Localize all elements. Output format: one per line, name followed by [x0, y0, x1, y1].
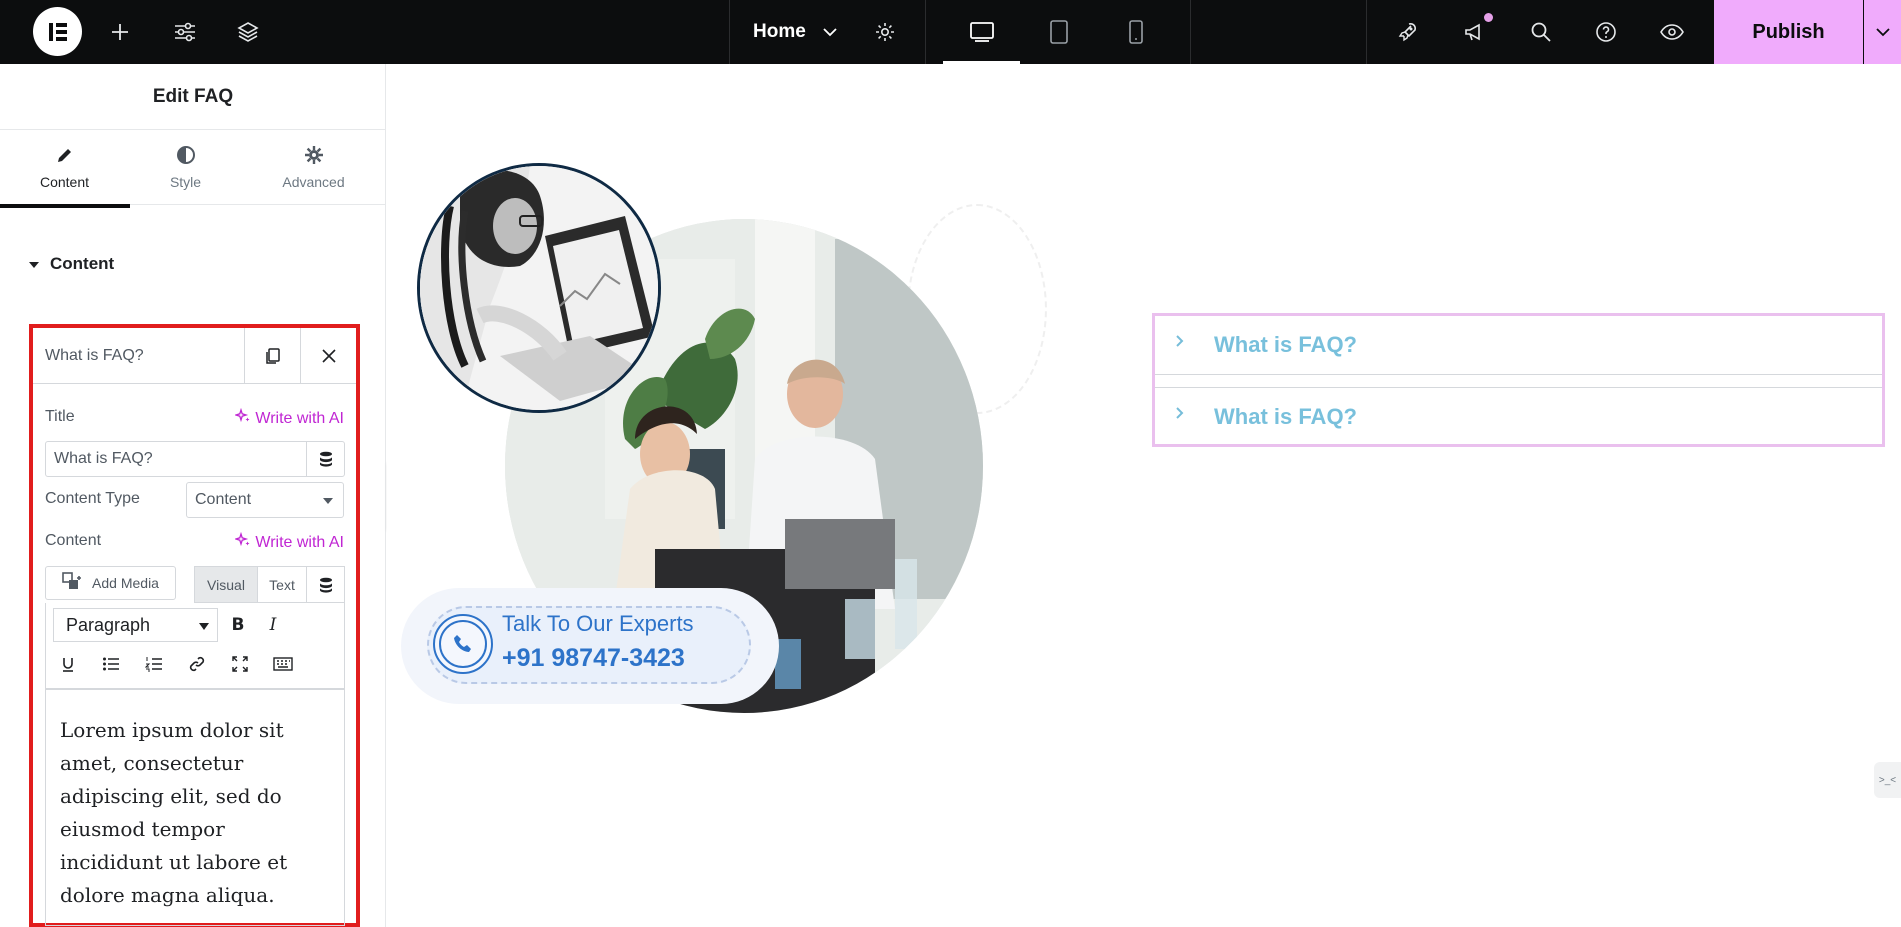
ai-sparkle-icon: [234, 531, 251, 553]
section-toggle-content[interactable]: Content: [28, 254, 114, 274]
contact-label: Talk To Our Experts: [502, 611, 694, 636]
media-icon: [62, 571, 84, 595]
chevron-right-icon: [1175, 406, 1185, 425]
search-icon[interactable]: [1521, 0, 1561, 64]
toolbar-toggle-keyboard-icon[interactable]: [268, 649, 298, 679]
preview-canvas: Talk To Our Experts +91 98747-3423 What …: [387, 64, 1901, 927]
divider: [925, 0, 926, 64]
title-input[interactable]: What is FAQ?: [45, 441, 345, 477]
desktop-view-icon[interactable]: [943, 0, 1020, 64]
faq-question: What is FAQ?: [1214, 404, 1357, 429]
write-with-ai-label: Write with AI: [255, 533, 344, 551]
mobile-view-icon[interactable]: [1097, 0, 1174, 64]
divider: [1366, 0, 1367, 64]
announcements-megaphone-icon[interactable]: [1455, 0, 1495, 64]
page-selector[interactable]: Home: [753, 0, 838, 64]
tab-advanced[interactable]: Advanced: [249, 130, 378, 205]
faq-item[interactable]: What is FAQ?: [1155, 316, 1882, 374]
tab-style[interactable]: Style: [121, 130, 250, 205]
contact-phone-number[interactable]: +91 98747-3423: [502, 644, 685, 673]
gear-icon: [304, 145, 324, 168]
layers-icon[interactable]: [228, 0, 268, 64]
visual-tab[interactable]: Visual: [195, 567, 258, 602]
editor-panel: Edit FAQ Content Style Advanced Content: [0, 64, 386, 927]
page-name: Home: [753, 21, 806, 42]
content-editor[interactable]: Lorem ipsum dolor sit amet, consectetur …: [45, 689, 345, 926]
numbered-list-icon[interactable]: [139, 649, 169, 679]
content-label: Content: [45, 532, 102, 549]
page-settings-gear-icon[interactable]: [865, 0, 905, 64]
write-with-ai-button[interactable]: Write with AI: [234, 531, 344, 553]
italic-icon[interactable]: I: [258, 610, 288, 640]
preview-eye-icon[interactable]: [1652, 0, 1692, 64]
title-input-value: What is FAQ?: [54, 450, 153, 467]
editor-mode-tabs: Visual Text: [194, 566, 345, 603]
repeater-item: What is FAQ? Title Write with AI What is…: [29, 324, 360, 927]
duplicate-icon[interactable]: [244, 328, 300, 384]
pencil-icon: [55, 145, 75, 168]
caret-down-icon: [199, 623, 209, 630]
repeater-item-title: What is FAQ?: [45, 347, 144, 364]
dynamic-tags-database-icon[interactable]: [306, 442, 344, 476]
active-tab-indicator: [0, 204, 130, 208]
caret-down-icon: [28, 254, 40, 274]
help-icon[interactable]: [1586, 0, 1626, 64]
dynamic-tags-database-icon[interactable]: [307, 567, 344, 602]
faq-widget[interactable]: What is FAQ? What is FAQ?: [1152, 313, 1885, 447]
section-label: Content: [50, 254, 115, 273]
format-select[interactable]: Paragraph: [53, 608, 218, 642]
half-circle-icon: [176, 145, 196, 168]
content-type-label: Content Type: [45, 490, 140, 507]
tab-label: Advanced: [282, 174, 345, 190]
site-settings-icon[interactable]: [165, 0, 205, 64]
side-tab[interactable]: >_<: [1874, 762, 1901, 798]
bullet-list-icon[interactable]: [96, 649, 126, 679]
tab-label: Content: [39, 174, 90, 190]
link-icon[interactable]: [182, 649, 212, 679]
chevron-down-icon: [822, 21, 838, 43]
panel-tabs: Content Style Advanced: [0, 130, 386, 205]
text-tab[interactable]: Text: [258, 567, 307, 602]
title-label: Title: [45, 408, 75, 425]
publish-button[interactable]: Publish: [1714, 0, 1863, 64]
write-with-ai-button[interactable]: Write with AI: [234, 407, 344, 429]
content-type-value: Content: [195, 491, 252, 508]
fullscreen-icon[interactable]: [225, 649, 255, 679]
tablet-view-icon[interactable]: [1020, 0, 1097, 64]
notification-dot: [1484, 13, 1493, 22]
ai-sparkle-icon: [234, 407, 251, 429]
elementor-logo-icon[interactable]: [33, 7, 82, 56]
close-icon[interactable]: [300, 328, 356, 384]
faq-question: What is FAQ?: [1214, 332, 1357, 357]
publish-options-chevron-icon[interactable]: [1864, 0, 1901, 64]
faq-item[interactable]: What is FAQ?: [1155, 388, 1882, 446]
tab-label: Style: [169, 174, 202, 190]
tab-content[interactable]: Content: [0, 130, 129, 205]
write-with-ai-label: Write with AI: [255, 409, 344, 427]
bold-icon[interactable]: B: [223, 610, 253, 640]
add-element-icon[interactable]: [100, 0, 140, 64]
editor-toolbar: Paragraph B I: [45, 603, 345, 689]
rocket-icon[interactable]: [1388, 0, 1428, 64]
divider: [1155, 374, 1882, 388]
underline-icon[interactable]: [53, 649, 83, 679]
chevron-right-icon: [1175, 334, 1185, 353]
phone-icon: [433, 614, 493, 674]
top-bar: Home Publish: [0, 0, 1901, 64]
woman-laptop-photo: [417, 163, 661, 413]
format-select-value: Paragraph: [66, 614, 151, 635]
add-media-button[interactable]: Add Media: [45, 566, 176, 600]
add-media-label: Add Media: [92, 575, 159, 591]
panel-title: Edit FAQ: [0, 64, 386, 130]
divider: [1190, 0, 1191, 64]
caret-down-icon: [323, 498, 333, 504]
content-type-select[interactable]: Content: [186, 482, 344, 518]
repeater-item-header[interactable]: What is FAQ?: [33, 328, 356, 384]
divider: [729, 0, 730, 64]
